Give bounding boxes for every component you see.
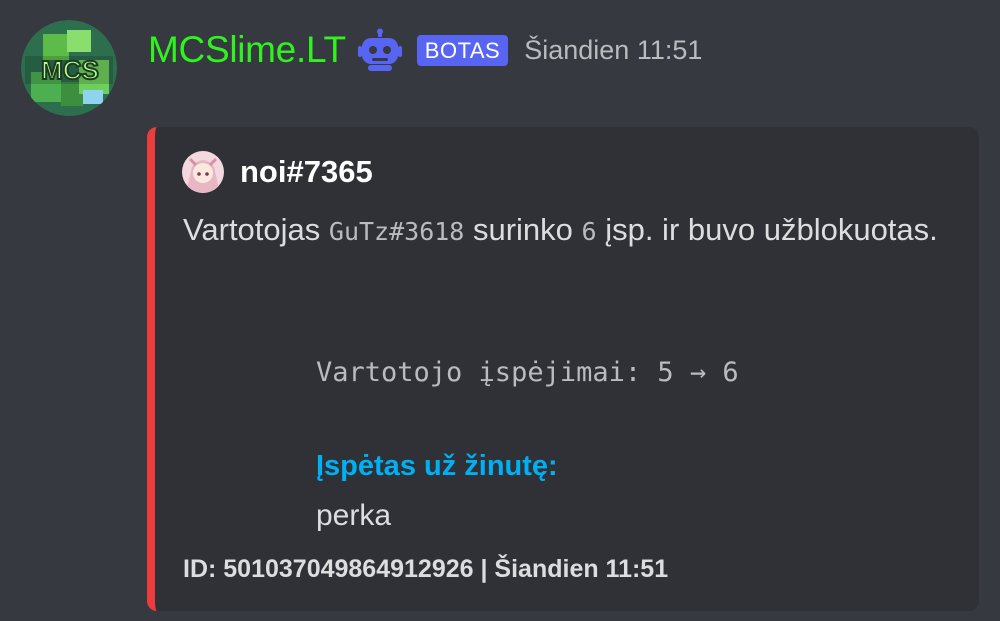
bot-username[interactable]: MCSlime.LT — [148, 29, 346, 71]
field-value: perka — [316, 499, 392, 532]
bot-badge: BOTAS — [416, 34, 509, 66]
message-timestamp: Šiandien 11:51 — [524, 34, 703, 65]
bot-avatar[interactable]: MCS — [21, 20, 117, 116]
anime-avatar-icon — [182, 151, 224, 193]
desc-suffix: įsp. ir buvo užblokuotas. — [596, 212, 938, 247]
field-name: Įspėtas už žinutę: — [316, 450, 558, 482]
embed-footer: ID: 501037049864912926 | Šiandien 11:51 — [183, 555, 669, 583]
discord-message: MCS MCSlime.LT BOTAS Šiandien 11:51 noi#… — [0, 0, 1000, 621]
mcslime-logo-icon: MCS — [21, 20, 117, 116]
embed-author-name[interactable]: noi#7365 — [240, 154, 373, 190]
embed-card: noi#7365 Vartotojas GuTz#3618 surinko 6 … — [147, 127, 979, 611]
desc-middle: surinko — [464, 212, 582, 247]
desc-prefix: Vartotojas — [183, 212, 329, 247]
robot-icon — [357, 28, 402, 72]
user-code: GuTz#3618 — [328, 217, 465, 246]
warnings-line: Vartotojo įspėjimai: 5 → 6 — [316, 357, 739, 388]
count-code: 6 — [581, 217, 597, 246]
embed-description: Vartotojas GuTz#3618 surinko 6 įsp. ir b… — [183, 207, 963, 255]
logo-text: MCS — [41, 55, 99, 85]
embed-author: noi#7365 — [182, 151, 373, 193]
message-header: MCSlime.LT BOTAS Šiandien 11:51 — [148, 24, 702, 76]
